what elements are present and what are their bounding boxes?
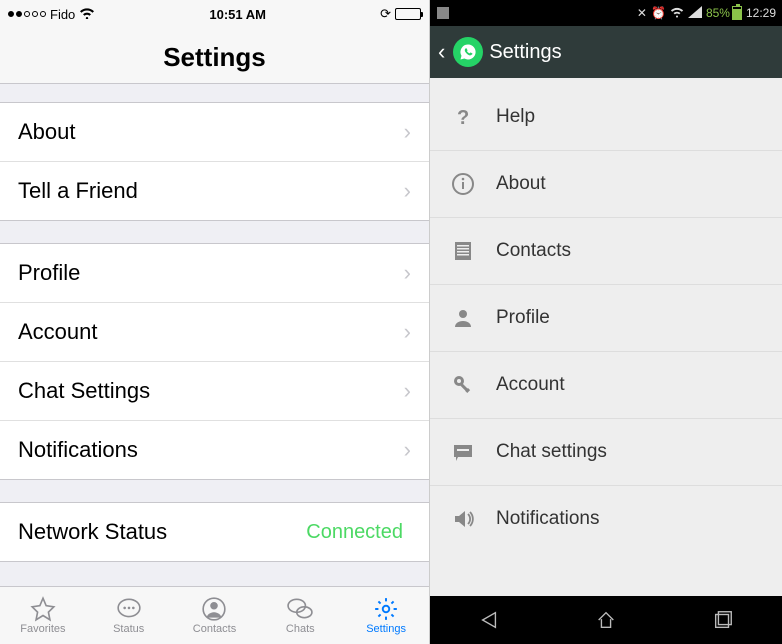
tab-chats[interactable]: Chats [257,587,343,644]
ios-status-bar: Fido 10:51 AM ⟳ [0,0,429,28]
ios-section: About › Tell a Friend › [0,102,429,221]
ios-settings-list: About › Tell a Friend › Profile › Accoun… [0,84,429,586]
page-title: Settings [489,41,561,64]
carrier-label: Fido [50,7,75,22]
row-label: Chat Settings [18,378,404,404]
status-left: Fido [8,6,95,22]
ios-tab-bar: Favorites Status Contacts Chats Settings [0,586,429,644]
row-help[interactable]: ? Help [430,84,782,151]
chevron-right-icon: › [404,378,411,404]
status-right: ⟳ [380,6,421,22]
contacts-icon [450,238,476,264]
row-label: Help [496,106,535,128]
page-title: Settings [0,28,429,84]
key-icon [450,372,476,398]
row-chat-settings[interactable]: Chat settings [430,419,782,486]
row-label: Chat settings [496,441,607,463]
tab-label: Favorites [20,623,65,635]
whatsapp-logo-icon [453,37,483,67]
row-label: Tell a Friend [18,178,404,204]
nav-back-button[interactable] [469,600,509,640]
info-icon [450,171,476,197]
nav-recent-button[interactable] [703,600,743,640]
rotation-lock-icon: ⟳ [380,6,391,22]
tab-contacts[interactable]: Contacts [172,587,258,644]
ios-section: Profile › Account › Chat Settings › Noti… [0,243,429,480]
star-icon [29,596,57,622]
signal-icon [8,11,46,17]
row-label: Account [496,374,565,396]
tab-label: Settings [366,623,406,635]
row-label: Network Status [18,519,306,545]
android-status-bar: ✕ ⏰ 85% 12:29 [430,0,782,26]
android-nav-bar [430,596,782,644]
tab-settings[interactable]: Settings [343,587,429,644]
ios-section: Network Status Connected [0,502,429,562]
row-label: About [496,173,546,195]
chevron-right-icon: › [404,260,411,286]
battery-icon [732,6,742,20]
row-account[interactable]: Account [430,352,782,419]
row-label: Profile [496,307,550,329]
battery-percent: 85% [706,6,730,20]
battery-icon [395,8,421,20]
status-left [436,6,450,20]
row-chat-settings[interactable]: Chat Settings › [0,362,429,421]
tab-favorites[interactable]: Favorites [0,587,86,644]
row-label: Notifications [18,437,404,463]
chevron-right-icon: › [404,178,411,204]
svg-text:?: ? [457,107,469,129]
status-time: 10:51 AM [95,7,380,22]
ios-screen: Fido 10:51 AM ⟳ Settings About › Tell a … [0,0,430,644]
back-button[interactable]: ‹ [438,39,447,65]
signal-icon [688,6,702,21]
alarm-icon: ⏰ [651,6,666,20]
chat-icon [450,439,476,465]
row-label: Notifications [496,508,600,530]
gear-icon [372,596,400,622]
row-notifications[interactable]: Notifications › [0,421,429,479]
help-icon: ? [450,104,476,130]
status-right: ✕ ⏰ 85% 12:29 [637,6,776,21]
nav-home-button[interactable] [586,600,626,640]
profile-icon [450,305,476,331]
android-settings-list: ? Help About Contacts Profile Account Ch… [430,78,782,596]
row-profile[interactable]: Profile › [0,244,429,303]
row-tell-a-friend[interactable]: Tell a Friend › [0,162,429,220]
app-notification-icon [436,6,450,20]
row-notifications[interactable]: Notifications [430,486,782,552]
vibrate-icon: ✕ [637,6,647,20]
row-about[interactable]: About [430,151,782,218]
android-screen: ✕ ⏰ 85% 12:29 ‹ Settings ? Help [430,0,782,644]
row-label: Profile [18,260,404,286]
chevron-right-icon: › [404,319,411,345]
tab-label: Chats [286,623,315,635]
row-label: About [18,119,404,145]
chats-icon [286,596,314,622]
row-label: Account [18,319,404,345]
tab-label: Contacts [193,623,236,635]
status-icon [115,596,143,622]
row-contacts[interactable]: Contacts [430,218,782,285]
battery-indicator: 85% [706,6,742,20]
row-label: Contacts [496,240,571,262]
row-about[interactable]: About › [0,103,429,162]
row-network-status[interactable]: Network Status Connected [0,503,429,561]
contacts-icon [200,596,228,622]
tab-label: Status [113,623,144,635]
wifi-icon [670,6,684,21]
status-time: 12:29 [746,6,776,20]
wifi-icon [79,6,95,22]
row-account[interactable]: Account › [0,303,429,362]
sound-icon [450,506,476,532]
android-action-bar: ‹ Settings [430,26,782,78]
chevron-right-icon: › [404,119,411,145]
tab-status[interactable]: Status [86,587,172,644]
chevron-right-icon: › [404,437,411,463]
status-value: Connected [306,521,403,544]
row-profile[interactable]: Profile [430,285,782,352]
